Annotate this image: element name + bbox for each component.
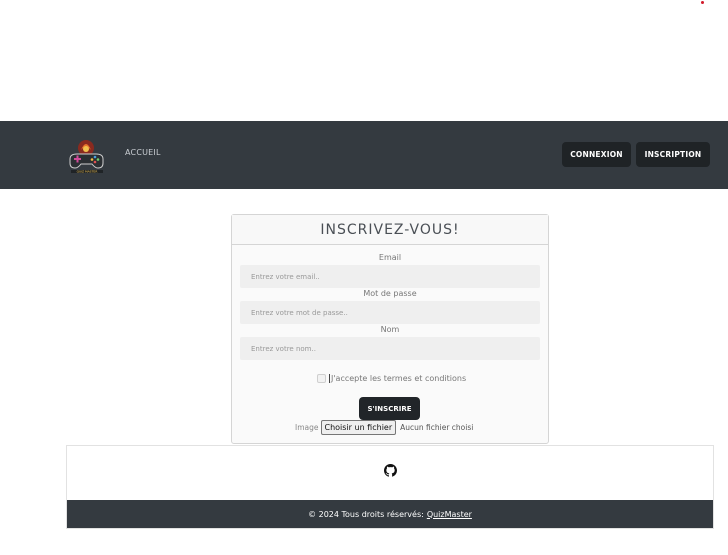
choose-file-button[interactable]: Choisir un fichier [320, 420, 397, 435]
email-field[interactable]: Entrez votre email.. [240, 265, 540, 288]
image-upload-row: Image Choisir un fichier Aucun fichier c… [295, 420, 473, 435]
password-field[interactable]: Entrez votre mot de passe.. [240, 301, 540, 324]
navbar: QUIZ MASTER ACCUEIL CONNEXION INSCRIPTIO… [0, 121, 728, 189]
password-label: Mot de passe [363, 289, 417, 298]
copyright-text: © 2024 Tous droits réservés: [308, 509, 424, 519]
text-caret [329, 374, 330, 383]
signup-card: INSCRIVEZ-VOUS! Email Entrez votre email… [231, 214, 549, 444]
terms-row: J'accepte les termes et conditions [317, 374, 466, 383]
login-button[interactable]: CONNEXION [562, 142, 631, 167]
email-label: Email [378, 253, 402, 262]
signup-title: INSCRIVEZ-VOUS! [232, 215, 548, 245]
svg-text:QUIZ MASTER: QUIZ MASTER [77, 170, 98, 174]
terms-checkbox[interactable] [317, 374, 326, 383]
footer: © 2024 Tous droits réservés: QuizMaster [66, 445, 714, 529]
file-status: Aucun fichier choisi [400, 423, 474, 432]
footer-bar: © 2024 Tous droits réservés: QuizMaster [67, 500, 713, 528]
quizmaster-logo[interactable]: QUIZ MASTER [67, 137, 107, 175]
image-label: Image [295, 423, 319, 432]
signup-button[interactable]: INSCRIPTION [636, 142, 710, 167]
nav-home-link[interactable]: ACCUEIL [125, 148, 161, 157]
quizmaster-link[interactable]: QuizMaster [427, 510, 472, 519]
terms-label: J'accepte les termes et conditions [331, 374, 467, 383]
github-icon[interactable] [384, 464, 397, 477]
submit-button[interactable]: S'INSCRIRE [359, 397, 420, 420]
name-label: Nom [380, 325, 400, 334]
name-field[interactable]: Entrez votre nom.. [240, 337, 540, 360]
notification-dot [701, 1, 704, 4]
